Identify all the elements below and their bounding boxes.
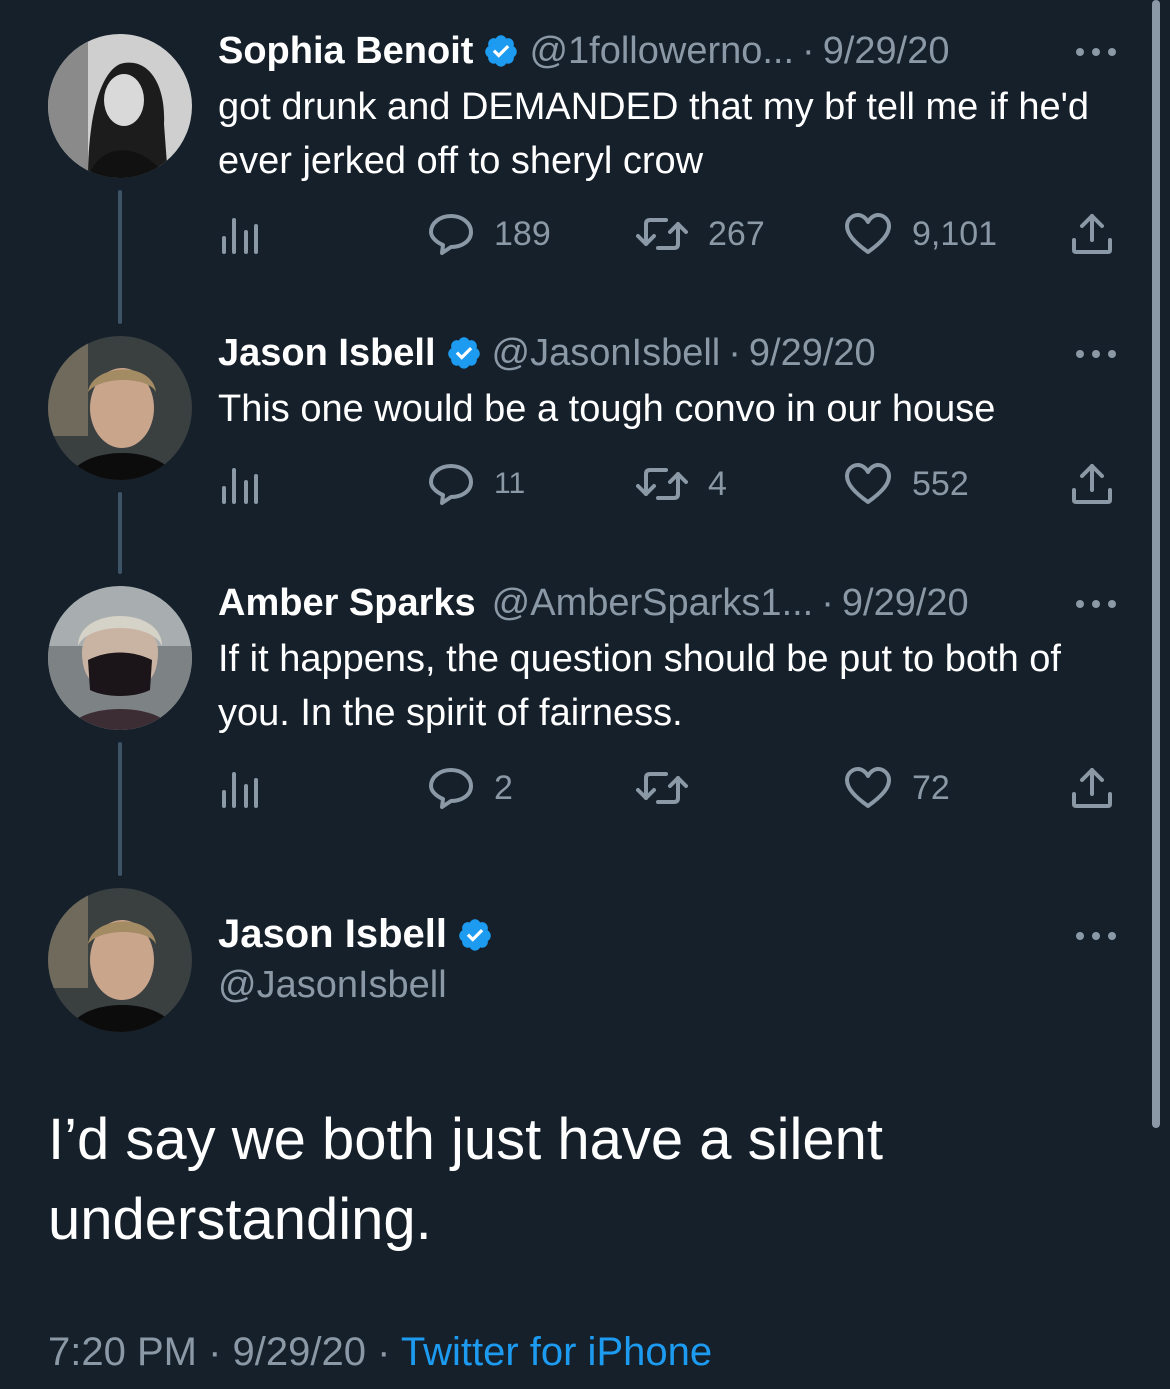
retweet-icon — [636, 218, 688, 250]
like-icon — [845, 213, 891, 254]
verified-badge-icon — [485, 35, 518, 67]
reply-icon — [429, 464, 473, 505]
separator: · — [802, 30, 815, 72]
avatar[interactable] — [48, 34, 192, 178]
tweet-source[interactable]: Twitter for iPhone — [401, 1330, 712, 1374]
verified-badge-icon — [459, 918, 491, 951]
share-icon — [1072, 464, 1112, 504]
share-icon — [1072, 768, 1112, 808]
reply-count: 11 — [494, 467, 526, 500]
reply-button[interactable]: 189 — [428, 212, 551, 256]
retweet-button[interactable] — [636, 766, 708, 810]
tweet-actions: 2 72 — [218, 766, 1118, 810]
share-icon — [1072, 214, 1112, 254]
like-icon — [845, 463, 891, 504]
tweet-text: If it happens, the question should be pu… — [218, 638, 1061, 734]
reply-icon — [429, 768, 473, 809]
analytics-icon — [222, 772, 258, 808]
tweet-date[interactable]: 9/29/20 — [233, 1330, 366, 1374]
thread-line — [118, 492, 122, 574]
tweet-actions: 11 4 552 — [218, 462, 1118, 506]
author-name[interactable]: Sophia Benoit — [218, 32, 473, 70]
author-handle[interactable]: @JasonIsbell — [218, 964, 447, 1007]
like-icon — [845, 767, 891, 808]
analytics-icon — [222, 468, 258, 504]
retweet-button[interactable]: 267 — [636, 212, 765, 256]
retweet-button[interactable]: 4 — [636, 462, 727, 506]
main-author-name-row: Jason Isbell — [218, 912, 503, 957]
tweet-header: Amber Sparks @AmberSparks1... · 9/29/20 — [218, 584, 969, 622]
thread-line — [118, 190, 122, 324]
share-button[interactable] — [1070, 766, 1114, 810]
share-button[interactable] — [1070, 462, 1114, 506]
like-count: 552 — [912, 464, 969, 503]
tweet-actions: 189 267 9,101 — [218, 212, 1118, 256]
separator: · — [208, 1330, 222, 1374]
tweet-meta: 7:20 PM · 9/29/20 · Twitter for iPhone — [48, 1330, 712, 1375]
tweet-time[interactable]: 7:20 PM — [48, 1330, 197, 1374]
like-button[interactable]: 9,101 — [844, 212, 997, 256]
analytics-icon — [222, 218, 258, 254]
analytics-button[interactable] — [218, 766, 262, 810]
author-handle[interactable]: @JasonIsbell — [492, 334, 721, 372]
tweet-text: got drunk and DEMANDED that my bf tell m… — [218, 86, 1090, 182]
tweet-text: This one would be a tough convo in our h… — [218, 388, 996, 430]
like-count: 72 — [912, 768, 950, 807]
author-handle[interactable]: @1followerno... — [529, 32, 794, 70]
tweet-header: Sophia Benoit @1followerno... · 9/29/20 — [218, 32, 950, 70]
author-name[interactable]: Jason Isbell — [218, 334, 436, 372]
more-icon[interactable] — [1072, 348, 1120, 360]
tweet-date[interactable]: 9/29/20 — [842, 584, 969, 622]
separator: · — [728, 332, 741, 374]
reply-button[interactable]: 11 — [428, 462, 525, 506]
verified-badge-icon — [447, 337, 480, 369]
share-button[interactable] — [1070, 212, 1114, 256]
tweet-date[interactable]: 9/29/20 — [749, 334, 876, 372]
thread-line — [118, 742, 122, 876]
like-count: 9,101 — [912, 214, 998, 253]
avatar[interactable] — [48, 586, 192, 730]
analytics-button[interactable] — [218, 212, 262, 256]
like-button[interactable]: 552 — [844, 462, 969, 506]
reply-count: 2 — [494, 768, 513, 807]
avatar[interactable] — [48, 336, 192, 480]
retweet-count: 267 — [708, 214, 765, 253]
separator: · — [821, 582, 834, 624]
like-button[interactable]: 72 — [844, 766, 950, 810]
more-icon[interactable] — [1072, 46, 1120, 58]
author-handle[interactable]: @AmberSparks1... — [492, 584, 814, 622]
analytics-button[interactable] — [218, 462, 262, 506]
retweet-icon — [636, 772, 688, 804]
author-name[interactable]: Jason Isbell — [218, 912, 447, 957]
more-icon[interactable] — [1072, 598, 1120, 610]
avatar[interactable] — [48, 888, 192, 1032]
tweet-header: Jason Isbell @JasonIsbell · 9/29/20 — [218, 334, 876, 372]
reply-button[interactable]: 2 — [428, 766, 513, 810]
reply-count: 189 — [494, 214, 551, 253]
tweet-date[interactable]: 9/29/20 — [823, 32, 950, 70]
more-icon[interactable] — [1072, 930, 1120, 942]
author-name[interactable]: Amber Sparks — [218, 584, 476, 622]
retweet-icon — [636, 468, 688, 500]
main-tweet-text: I’d say we both just have a silent under… — [48, 1107, 884, 1252]
separator: · — [377, 1330, 391, 1374]
reply-icon — [429, 214, 473, 255]
scrollbar[interactable] — [1152, 0, 1160, 1128]
retweet-count: 4 — [708, 464, 727, 503]
